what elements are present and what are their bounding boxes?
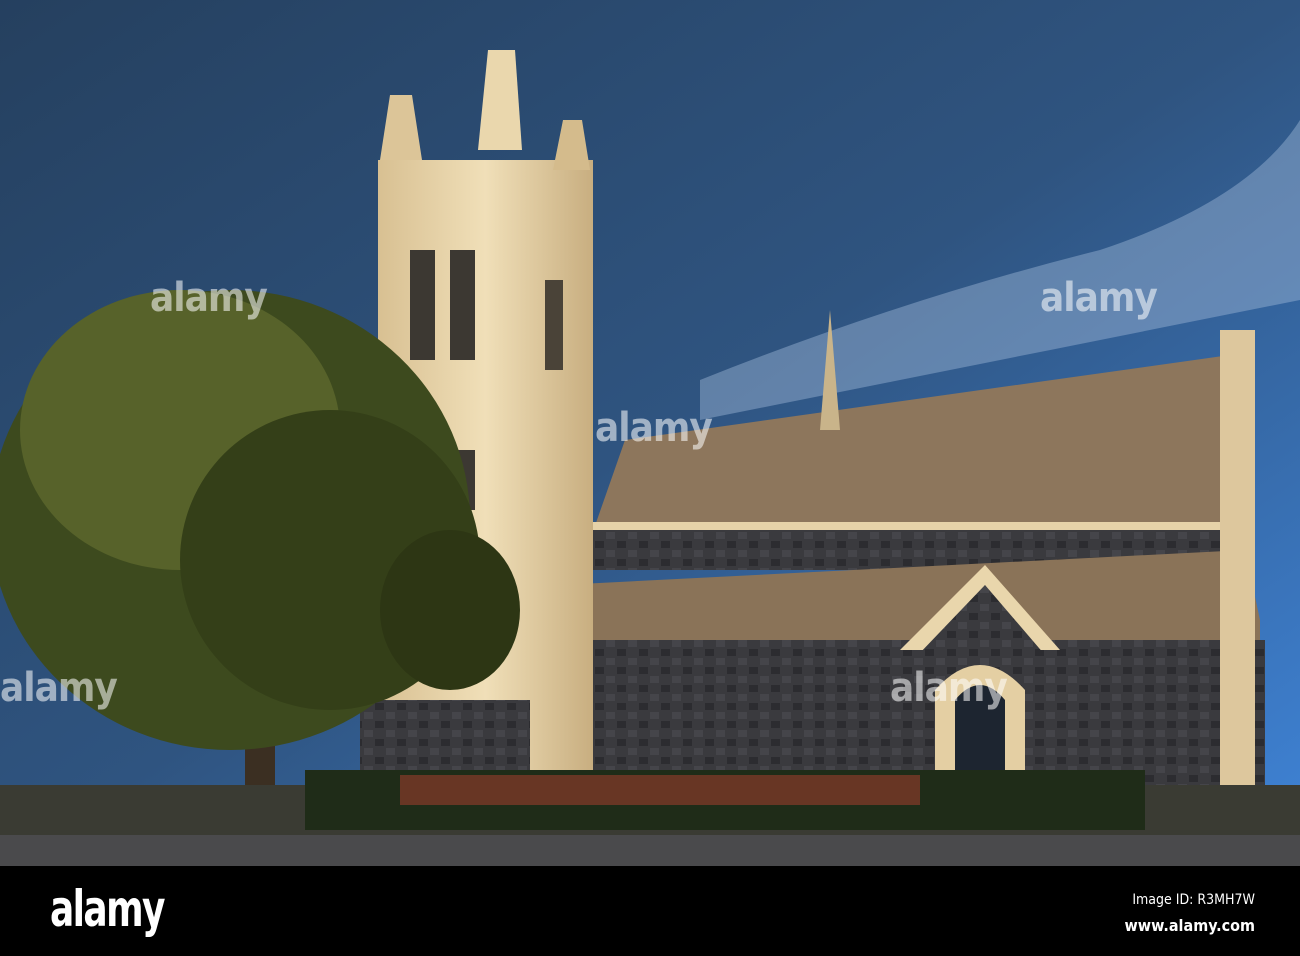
- watermark: alamy: [0, 665, 118, 711]
- watermark: alamy: [1040, 275, 1158, 321]
- image-id: Image ID: R3MH7W: [1132, 892, 1255, 908]
- watermark: alamy: [150, 275, 268, 321]
- watermark: alamy: [595, 405, 713, 451]
- road: [0, 835, 1300, 866]
- footer-bar: alamy Image ID: R3MH7W www.alamy.com: [0, 866, 1300, 956]
- alamy-logo: alamy: [50, 880, 165, 938]
- flower-bed: [400, 775, 920, 805]
- watermark: alamy: [890, 665, 1008, 711]
- stock-photo: alamy alamy alamy alamy alamy alamy Imag…: [0, 0, 1300, 956]
- website-link[interactable]: www.alamy.com: [1125, 916, 1256, 935]
